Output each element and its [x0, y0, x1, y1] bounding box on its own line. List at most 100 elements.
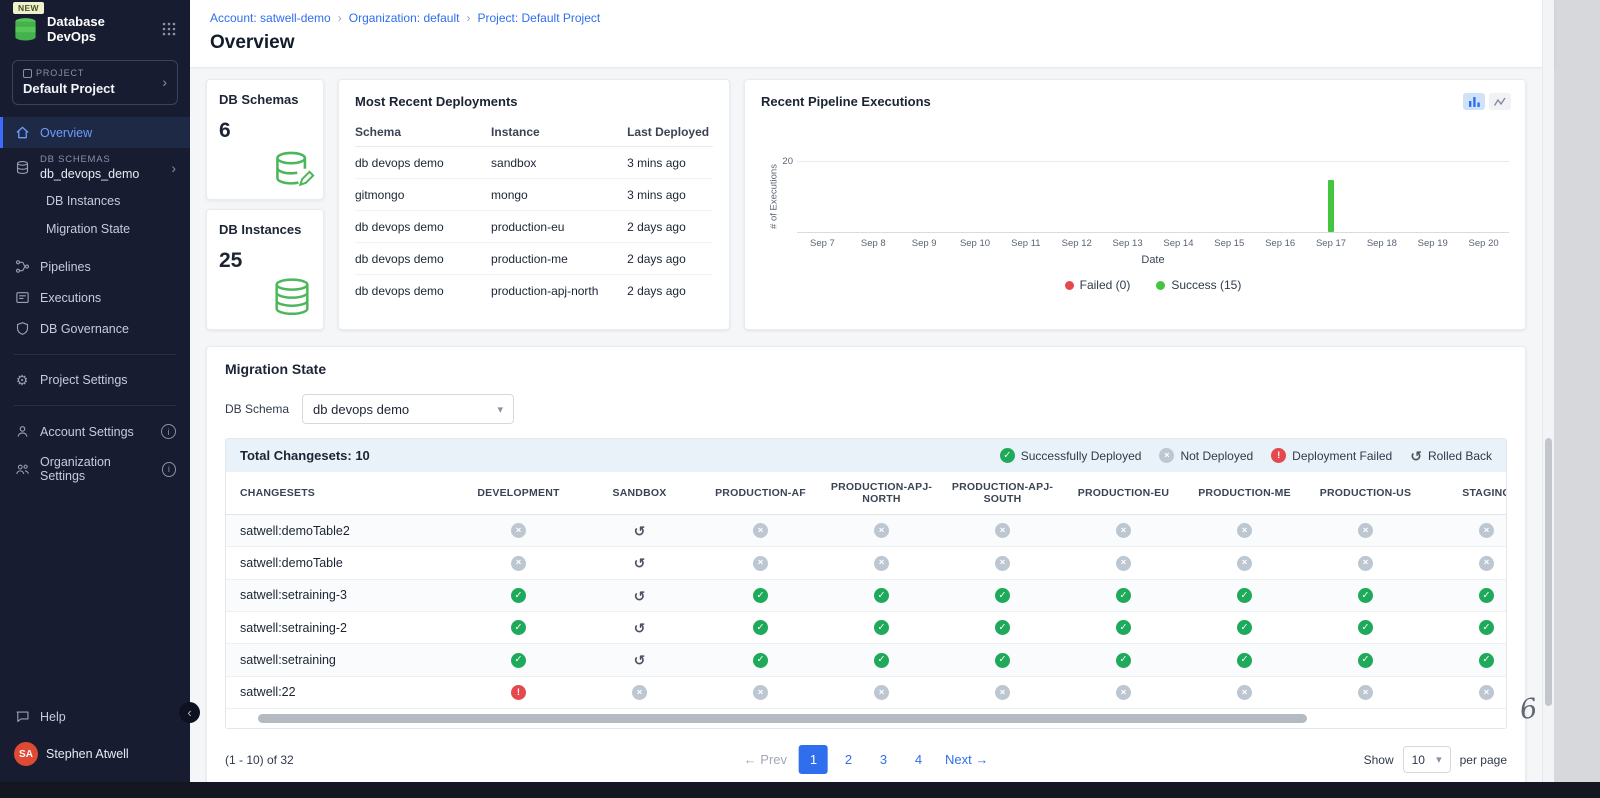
chart-slot: [1102, 162, 1153, 232]
success-icon: ✓: [874, 652, 889, 668]
avatar: SA: [14, 742, 38, 766]
vertical-scrollbar[interactable]: [1542, 0, 1554, 782]
status-cell: ×: [1063, 676, 1184, 709]
db-schemas-label: DB SCHEMAS: [40, 154, 111, 165]
success-icon: ✓: [1479, 620, 1494, 636]
page-size-value: 10: [1411, 752, 1425, 767]
success-icon: ✓: [1479, 587, 1494, 603]
schema-link[interactable]: db devops demo: [355, 210, 492, 243]
chart-slot: [1204, 162, 1255, 232]
chart-slot: [1458, 162, 1509, 232]
bar-chart-toggle[interactable]: [1463, 93, 1485, 110]
not-deployed-icon: ×: [753, 523, 768, 539]
total-changesets: Total Changesets: 10: [240, 448, 370, 463]
user-profile[interactable]: SA Stephen Atwell: [0, 732, 190, 782]
status-cell: ×: [579, 676, 700, 709]
schema-link[interactable]: db devops demo: [355, 242, 492, 275]
rolled-back-icon: ↺: [1410, 447, 1422, 464]
scrollbar-thumb[interactable]: [1545, 438, 1552, 706]
window-gutter: 6: [1518, 0, 1600, 782]
sidebar-item-db-governance[interactable]: DB Governance: [0, 313, 190, 344]
db-schema-select[interactable]: db devops demo ▾: [302, 394, 515, 424]
line-chart-toggle[interactable]: [1489, 93, 1511, 110]
page-button-2[interactable]: 2: [834, 745, 863, 774]
x-tick-label: Sep 12: [1061, 238, 1092, 249]
schema-link[interactable]: gitmongo: [355, 178, 492, 211]
not-deployed-icon: ×: [1237, 523, 1252, 539]
status-cell: ×: [1184, 546, 1305, 580]
sidebar-item-executions[interactable]: Executions: [0, 282, 190, 313]
page-size-select[interactable]: 10 ▾: [1402, 746, 1451, 774]
show-label: Show: [1363, 752, 1394, 767]
status-legend-label: Successfully Deployed: [1020, 448, 1142, 463]
db-instances-count: 25: [219, 249, 243, 272]
status-cell: ✓: [942, 579, 1063, 612]
project-selector[interactable]: PROJECT Default Project ›: [12, 60, 178, 105]
y-axis-label: # of Executions: [768, 164, 780, 229]
success-icon: ✓: [995, 620, 1010, 636]
prev-button[interactable]: ← Prev: [744, 752, 787, 767]
status-cell: ↺: [579, 643, 700, 677]
chart-slot: [848, 162, 899, 232]
legend-dot: [1156, 280, 1166, 290]
apps-grid-icon[interactable]: [160, 20, 178, 38]
schema-link[interactable]: db devops demo: [355, 146, 492, 179]
sidebar-item-db-schemas[interactable]: DB SCHEMAS db_devops_demo ›: [0, 148, 190, 187]
status-cell: ✓: [1063, 643, 1184, 677]
users-icon: [14, 462, 30, 477]
info-icon[interactable]: i: [161, 461, 176, 477]
changeset-row: satwell:22! × × × × × × × ×: [226, 676, 1506, 709]
page-button-4[interactable]: 4: [904, 745, 933, 774]
sidebar-item-account-settings[interactable]: Account Settings i: [0, 416, 190, 447]
breadcrumb-separator: ›: [466, 11, 471, 25]
rolled-back-icon: ↺: [633, 652, 646, 669]
status-cell: ×: [700, 546, 821, 580]
sidebar-item-migration-state[interactable]: Migration State: [0, 215, 190, 243]
success-icon: ✓: [999, 448, 1015, 463]
schema-link[interactable]: db devops demo: [355, 275, 491, 307]
recent-deployments-card: Most Recent Deployments Schema Instance La…: [338, 79, 730, 330]
sidebar-collapse-button[interactable]: ‹: [179, 702, 200, 723]
breadcrumb-item[interactable]: Project: Default Project: [477, 11, 600, 25]
sidebar-item-overview[interactable]: Overview: [0, 117, 190, 148]
breadcrumb-item[interactable]: Account: satwell-demo: [210, 11, 331, 25]
scrollbar-thumb[interactable]: [258, 713, 1308, 723]
breadcrumb-item[interactable]: Organization: default: [349, 11, 460, 25]
status-cell: ✓: [1063, 579, 1184, 612]
status-cell: ×: [1426, 676, 1506, 709]
db-schemas-card: DB Schemas 6: [206, 79, 324, 200]
pipeline-chart: # of Executions 20 Sep 7 Sep 8 Sep 9 Sep 10…: [761, 156, 1509, 292]
sidebar-item-project-settings[interactable]: ⚙ Project Settings: [0, 365, 190, 395]
status-cell: ×: [942, 676, 1063, 709]
info-icon[interactable]: i: [161, 424, 176, 439]
sidebar-item-db-instances[interactable]: DB Instances: [0, 187, 190, 215]
env-column-header: PRODUCTION-APJ-NORTH: [821, 472, 942, 515]
chart-slot: [899, 162, 950, 232]
page-button-1[interactable]: 1: [799, 745, 828, 775]
chevron-right-icon: ›: [162, 74, 167, 90]
sidebar-item-pipelines[interactable]: Pipelines: [0, 251, 190, 282]
not-deployed-icon: ×: [874, 523, 889, 539]
executions-icon: [14, 290, 30, 305]
chart-slot: [797, 162, 848, 232]
app-title: Database DevOps: [47, 14, 105, 44]
horizontal-scrollbar[interactable]: [234, 713, 1498, 723]
deployments-column-header: Last Deployed: [627, 117, 713, 147]
changeset-row: satwell:demoTable2 × ↺ × × × × × × ×: [226, 514, 1506, 548]
deployments-table: Schema Instance Last Deployed db devops de…: [355, 117, 713, 306]
not-deployed-icon: ×: [1358, 555, 1373, 571]
table-row: gitmongo mongo 3 mins ago: [355, 178, 713, 211]
status-cell: ✓: [700, 643, 821, 677]
page-button-3[interactable]: 3: [869, 745, 898, 774]
status-legend: ✓ Successfully Deployed × Not Deployed! Depl…: [999, 447, 1492, 464]
status-cell: ✓: [942, 643, 1063, 677]
next-button[interactable]: Next →: [945, 752, 988, 767]
status-cell: ✓: [821, 579, 942, 612]
success-icon: ✓: [753, 587, 768, 603]
sidebar-item-organization-settings[interactable]: Organization Settings i: [0, 447, 190, 491]
last-deployed-cell: 3 mins ago: [627, 146, 713, 179]
sidebar-item-help[interactable]: Help: [0, 701, 190, 732]
not-deployed-icon: ×: [753, 684, 768, 700]
status-cell: ↺: [579, 611, 700, 645]
sidebar-item-label: DB Governance: [40, 321, 129, 336]
